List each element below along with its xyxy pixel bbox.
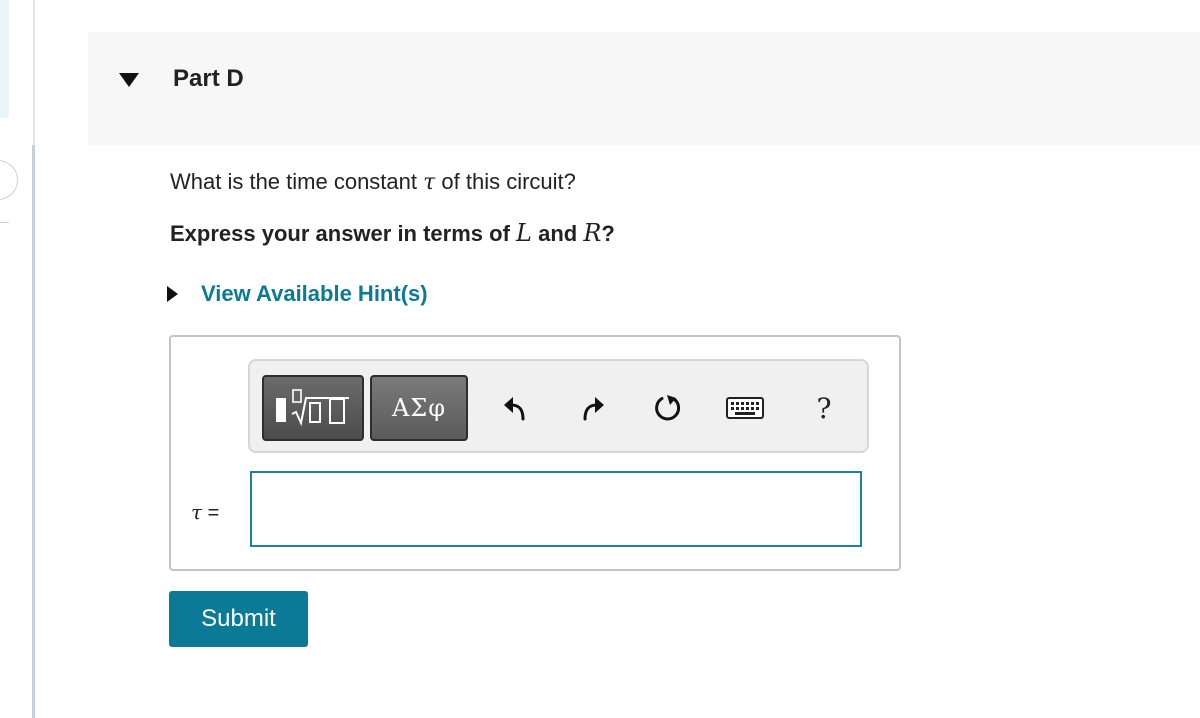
undo-button[interactable] [496,388,536,428]
left-edge-accent [0,0,9,118]
reset-icon [655,395,681,421]
variable-r: R [583,219,602,247]
help-label: ? [816,391,832,425]
left-rail-active [32,145,35,718]
undo-icon [504,397,525,421]
math-toolbar: ΑΣφ ? [248,359,869,453]
answer-label: τ = [191,500,219,525]
caret-down-icon[interactable] [119,73,139,87]
instruction-middle: and [531,221,584,246]
math-templates-button[interactable] [262,375,364,441]
greek-symbols-button[interactable]: ΑΣφ [370,375,468,441]
instruction-prefix: Express your answer in terms of [170,221,517,246]
greek-symbols-label: ΑΣφ [391,394,447,422]
math-templates-icon [276,389,349,427]
part-title: Part D [173,65,244,92]
instruction-suffix: ? [601,221,615,246]
view-hints-toggle[interactable]: View Available Hint(s) [167,281,428,307]
left-edge-divider [0,222,9,223]
question-prefix: What is the time constant [170,169,424,194]
help-button[interactable]: ? [804,388,844,428]
answer-equals: = [202,502,220,524]
variable-l: L [516,219,532,247]
answer-instruction: Express your answer in terms of L and R? [170,219,615,247]
view-hints-link[interactable]: View Available Hint(s) [201,281,428,307]
redo-icon [583,397,604,421]
keyboard-icon [726,397,764,419]
caret-right-icon [167,286,178,302]
answer-input[interactable] [250,471,862,547]
question-text: What is the time constant τ of this circ… [170,169,576,195]
part-header[interactable]: Part D [88,32,1200,145]
submit-button[interactable]: Submit [169,591,308,647]
left-edge-circle [0,160,18,200]
answer-box: ΑΣφ ? τ = [169,335,901,571]
question-suffix: of this circuit? [435,169,576,194]
reset-button[interactable] [648,388,688,428]
redo-button[interactable] [572,388,612,428]
keyboard-button[interactable] [725,388,765,428]
answer-symbol: τ [191,500,203,524]
tau-symbol: τ [423,170,436,195]
